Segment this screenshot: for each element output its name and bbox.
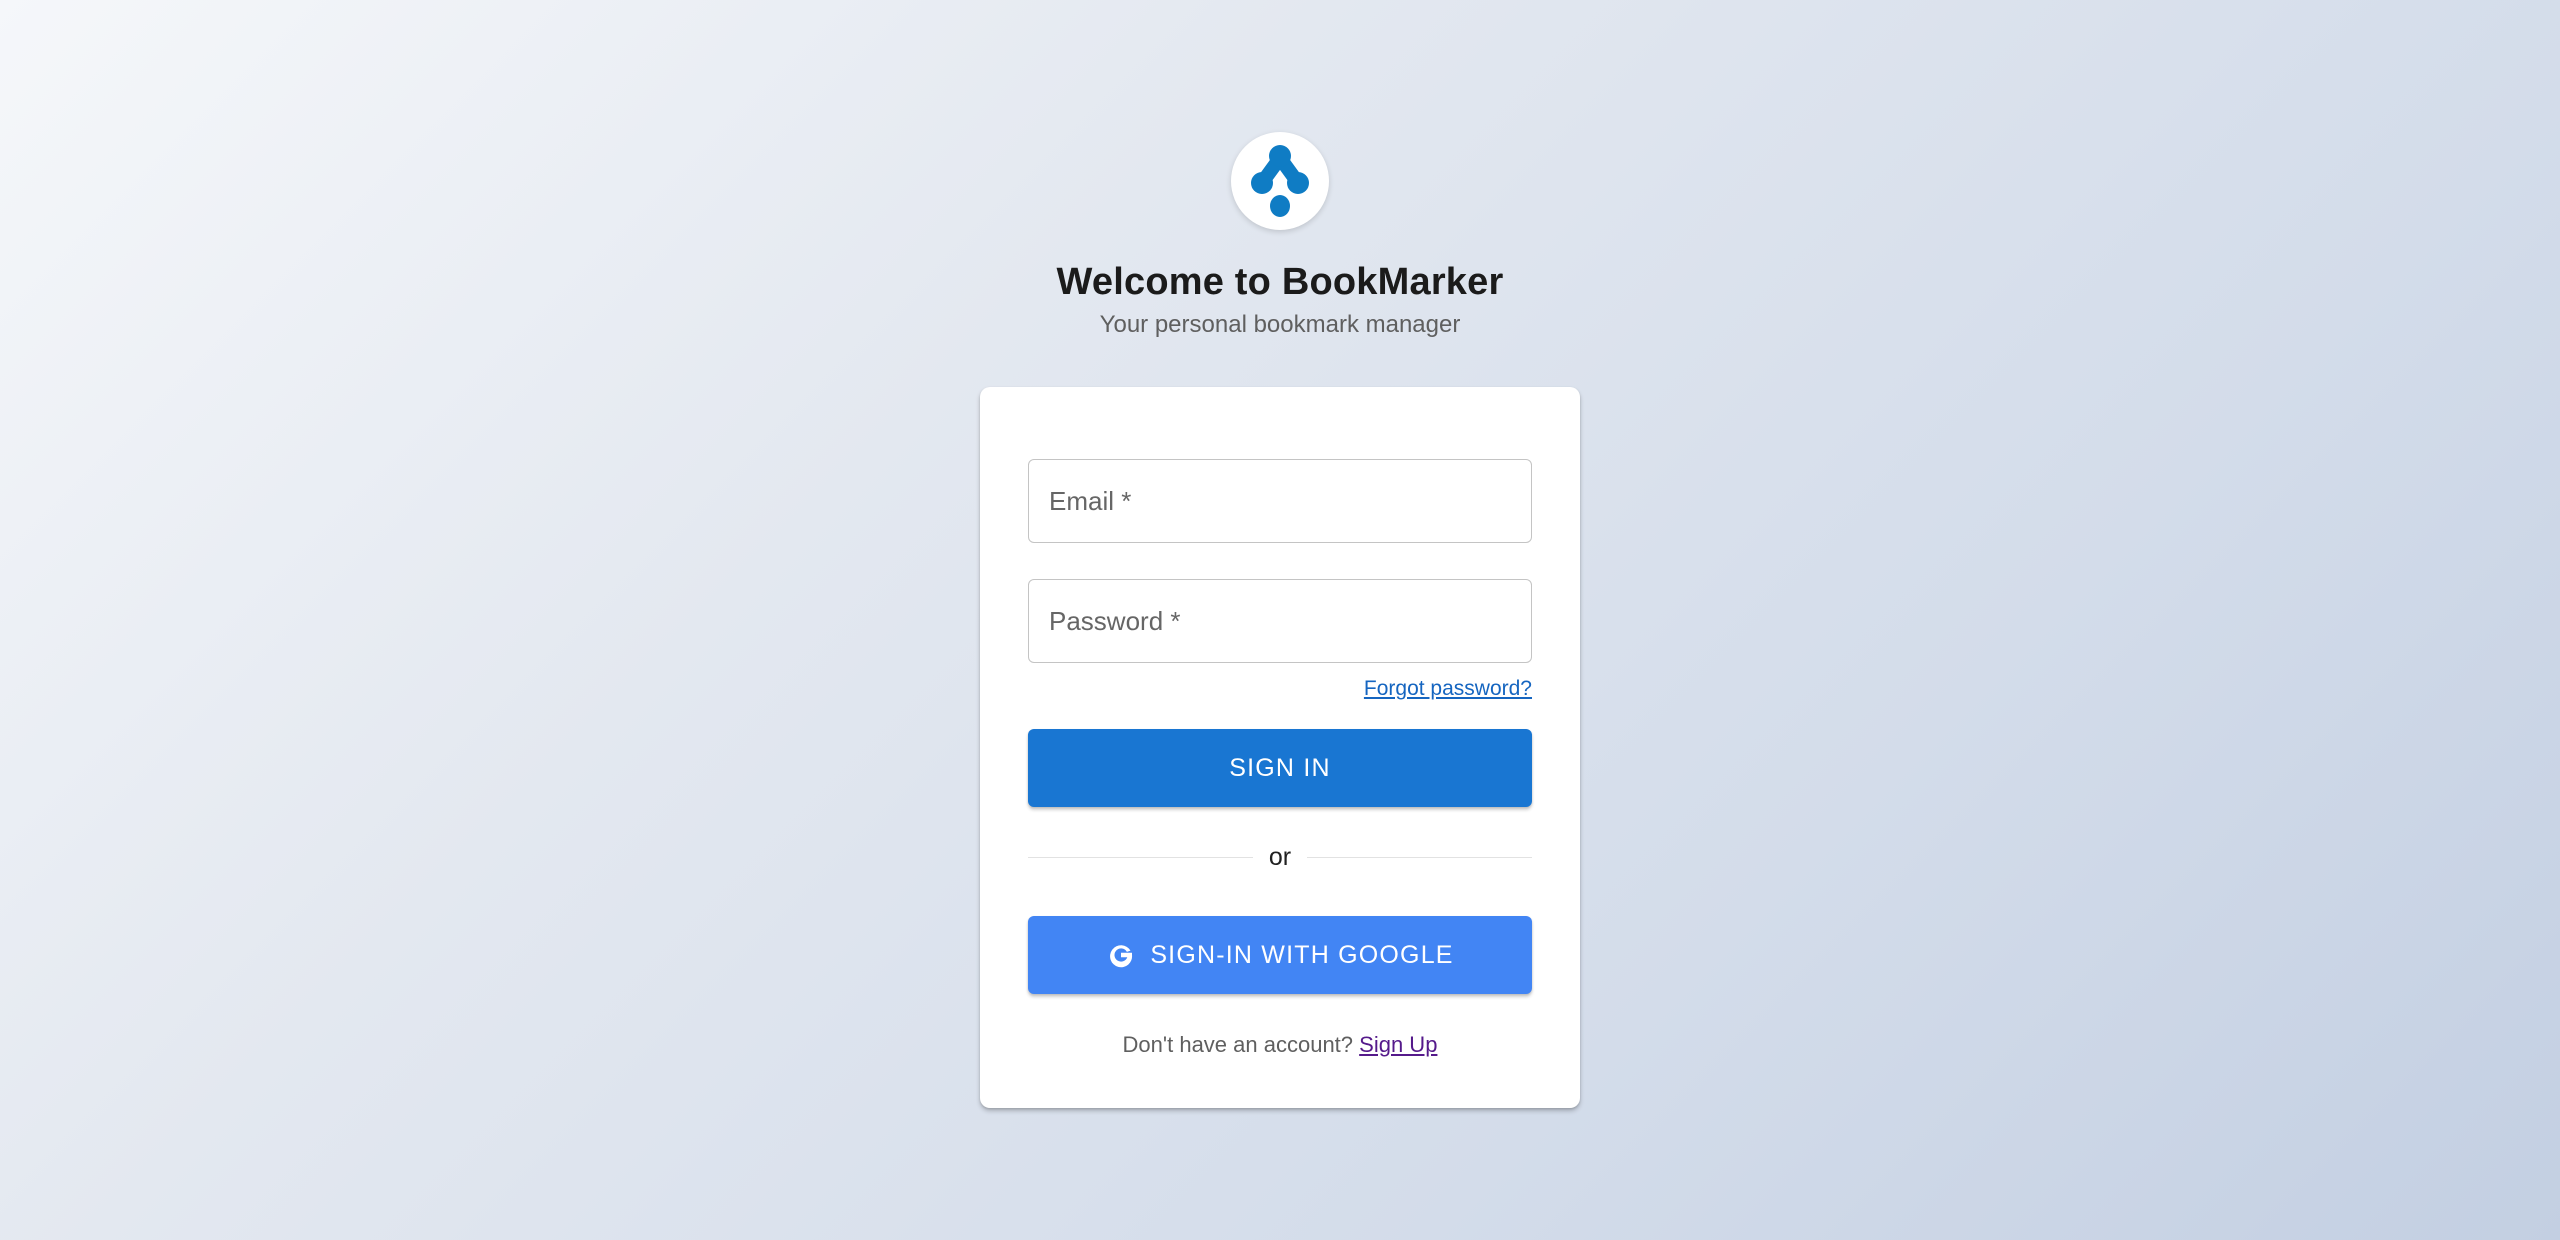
email-field[interactable]: Email * bbox=[1028, 459, 1532, 543]
email-input[interactable] bbox=[1029, 460, 1531, 542]
page-subtitle: Your personal bookmark manager bbox=[1099, 311, 1461, 338]
password-input[interactable] bbox=[1029, 580, 1531, 662]
forgot-password-link[interactable]: Forgot password? bbox=[1364, 677, 1532, 701]
sign-in-label: SIGN IN bbox=[1229, 753, 1331, 782]
logo bbox=[1231, 132, 1329, 230]
divider-line-right bbox=[1307, 856, 1533, 858]
google-sign-in-button[interactable]: SIGN-IN WITH GOOGLE bbox=[1028, 916, 1532, 994]
page-title: Welcome to BookMarker bbox=[1056, 261, 1504, 303]
password-field[interactable]: Password * bbox=[1028, 579, 1532, 663]
login-card: Email * Password * Forgot password? SIGN… bbox=[980, 387, 1580, 1108]
divider-text: or bbox=[1268, 842, 1292, 871]
signup-row: Don't have an account? Sign Up bbox=[980, 1032, 1580, 1058]
brand-header: Welcome to BookMarker Your personal book… bbox=[0, 0, 2560, 340]
or-divider: or bbox=[1028, 839, 1533, 875]
sign-up-link[interactable]: Sign Up bbox=[1359, 1032, 1437, 1057]
divider-line-left bbox=[1028, 856, 1253, 858]
google-g-icon bbox=[1110, 945, 1133, 968]
google-sign-in-label: SIGN-IN WITH GOOGLE bbox=[1150, 940, 1454, 969]
signup-prompt: Don't have an account? bbox=[1122, 1032, 1354, 1057]
sign-in-button[interactable]: SIGN IN bbox=[1028, 729, 1532, 807]
bookmarker-logo-icon bbox=[1251, 145, 1309, 217]
